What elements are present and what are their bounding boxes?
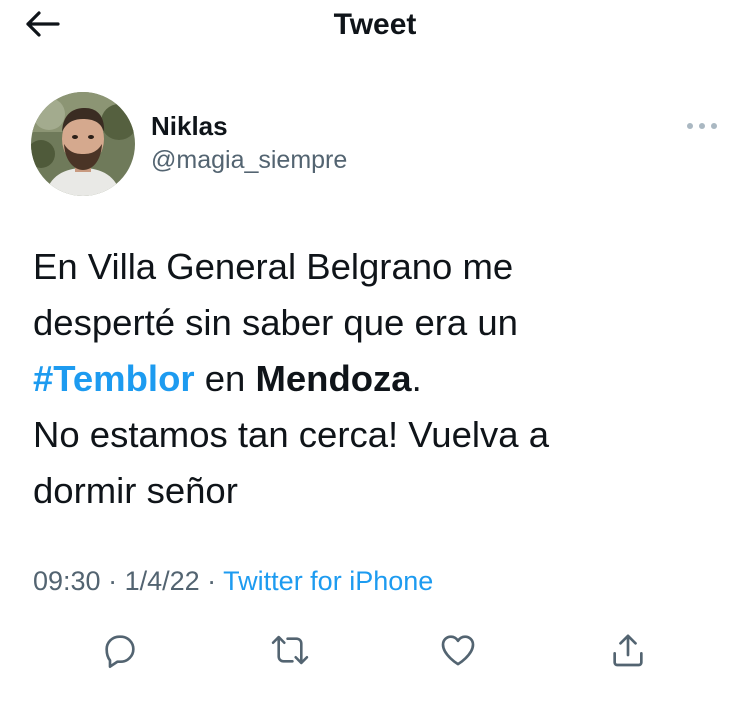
tweet-actions-bar <box>0 628 750 680</box>
author-handle[interactable]: @magia_siempre <box>151 142 347 178</box>
more-horizontal-icon <box>687 123 717 129</box>
tweet-time[interactable]: 09:30 <box>33 566 101 596</box>
tweet-text-line: dormir señor <box>33 470 238 511</box>
tweet-text-line: No estamos tan cerca! Vuelva a <box>33 414 549 455</box>
tweet-text-line: desperté sin saber que era un <box>33 302 518 343</box>
tweet-text-fragment: en <box>194 358 256 399</box>
hashtag-link[interactable]: #Temblor <box>33 358 195 399</box>
meta-separator: · <box>100 566 125 596</box>
tweet-text-line: En Villa General Belgrano me <box>33 246 514 287</box>
tweet-text-line: #Temblor en Mendoza. <box>33 351 723 407</box>
author-display-name[interactable]: Niklas <box>151 108 347 144</box>
tweet-date[interactable]: 1/4/22 <box>125 566 200 596</box>
top-bar: Tweet <box>0 0 750 52</box>
more-options-button[interactable] <box>682 114 722 138</box>
page-title: Tweet <box>333 8 417 41</box>
highlighted-place: Mendoza <box>255 358 412 399</box>
reply-icon <box>105 635 135 668</box>
tweet-source-link[interactable]: Twitter for iPhone <box>223 566 433 596</box>
meta-separator: · <box>199 566 224 596</box>
tweet-text-fragment: . <box>411 358 422 399</box>
retweet-button[interactable] <box>268 628 312 672</box>
tweet-text: En Villa General Belgrano me desperté si… <box>33 239 723 519</box>
tweet-metadata: 09:30 · 1/4/22 · Twitter for iPhone <box>33 566 433 597</box>
tweet-author[interactable]: Niklas @magia_siempre <box>151 108 347 178</box>
heart-icon <box>441 635 475 666</box>
share-button[interactable] <box>606 628 650 672</box>
retweet-icon <box>271 635 309 665</box>
share-icon <box>613 634 643 667</box>
avatar[interactable] <box>31 92 135 196</box>
reply-button[interactable] <box>98 628 142 672</box>
like-button[interactable] <box>436 628 480 672</box>
